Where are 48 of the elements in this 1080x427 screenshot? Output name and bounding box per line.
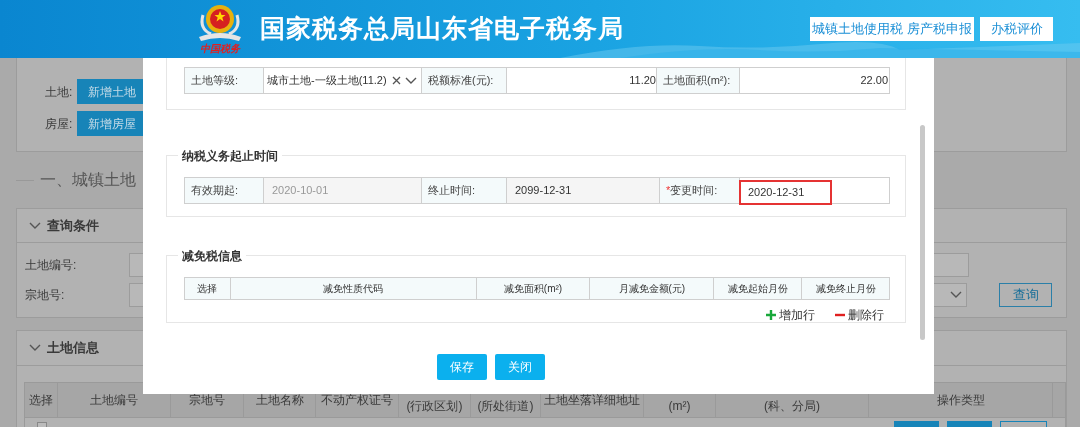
column-header: 土地坐落详细地址 [544,392,640,409]
section-heading: 一、城镇土地 [40,170,136,190]
column-header: 操作类型 [936,392,985,409]
plus-icon [766,310,776,320]
section-title: 减免税信息 [182,249,242,263]
row-label: 房屋: [45,115,74,133]
delete-row-link[interactable]: 删除行 [835,306,884,324]
field-label: 土地编号: [25,257,78,274]
add-button[interactable]: 新增土地 [77,79,146,104]
column-header: (所处街道) [477,398,534,415]
column-header: (行政区划) [406,398,463,415]
section-title: 纳税义务起止时间 [182,149,278,163]
chevron-down-icon [405,76,417,85]
column-header: 减免性质代码 [323,282,384,296]
clear-icon[interactable] [392,76,401,85]
column-header: 减免终止月份 [815,282,876,296]
panel-title: 土地信息 [47,339,99,358]
column-header: 选择 [29,392,53,409]
field-label: 宗地号: [25,287,66,304]
site-title: 国家税务总局山东省电子税务局 [260,13,624,45]
minus-icon [835,313,845,317]
save-button[interactable]: 保存 [436,354,487,380]
field-label: 土地等级: [185,68,264,93]
column-header: (科、分局) [764,398,820,415]
chevron-down-icon [950,291,962,299]
scrollbar[interactable] [920,125,925,340]
field-label: 税额标准(元): [422,68,507,93]
column-header: 减免面积(m²) [503,282,563,296]
column-header: 不动产权证号 [321,392,393,409]
close-button[interactable]: 关闭 [494,354,545,380]
header-button[interactable]: 办税评价 [980,17,1053,41]
column-header: 月减免金额(元) [618,282,686,296]
field-value: 22.00 [859,73,889,89]
column-header: 土地名称 [255,392,304,409]
select-field[interactable] [933,283,967,307]
column-header: 土地编号 [90,392,138,409]
header-button[interactable]: 城镇土地使用税 房产税申报 [810,17,974,41]
column-header: 宗地号 [189,392,225,409]
row-label: 土地: [45,83,74,101]
logo-caption: 中国税务 [200,43,240,55]
add-row-link[interactable]: 增加行 [766,306,815,324]
add-button[interactable]: 新增房屋 [77,111,146,136]
column-header: 减免起始月份 [727,282,788,296]
field-label: 土地面积(m²): [657,68,740,93]
column-header: (m²) [668,398,691,415]
panel-title: 查询条件 [47,216,99,235]
column-header: 选择 [197,282,218,296]
search-button[interactable]: 查询 [999,283,1052,307]
